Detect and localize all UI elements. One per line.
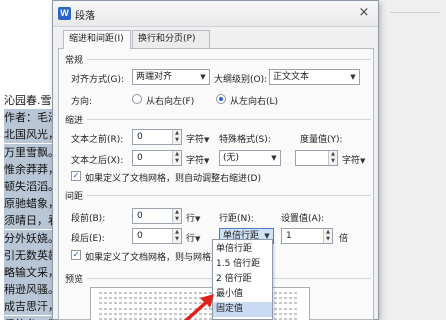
line-spacing-option-double[interactable]: 2 倍行距 xyxy=(213,272,272,287)
radio-ltr[interactable] xyxy=(216,94,226,104)
document-page[interactable]: 沁园春.雪 作者：毛泽 北国风光， 万里雪飘。 惟余莽莽， 顿失滔滔。 原驰蜡象， 须晴日，看… xyxy=(0,0,60,320)
unit-text: 字符 xyxy=(186,135,205,145)
section-divider xyxy=(87,59,371,60)
dropdown-arrow-icon: ▼ xyxy=(204,136,210,144)
document-right-area xyxy=(384,0,446,320)
special-format-value: (无) xyxy=(223,153,240,163)
indent-grid-label: 如果定义了文档网格，则自动调整右缩进(D) xyxy=(85,174,261,184)
indent-before-value: 0 xyxy=(137,132,143,142)
space-before-label: 段前(B): xyxy=(71,214,106,224)
line-spacing-option-fixed[interactable]: 固定值 xyxy=(213,302,272,317)
space-after-value: 0 xyxy=(137,231,143,241)
dialog-title: 段落 xyxy=(75,11,95,22)
close-button[interactable]: × xyxy=(355,5,373,21)
spacing-grid-label: 如果定义了文档网格，则与网格对齐 xyxy=(85,253,230,263)
section-divider xyxy=(87,195,371,196)
indent-after-input[interactable]: 0 ▲ ▼ xyxy=(132,150,182,166)
unit-text: 字符 xyxy=(342,156,361,166)
section-general-label: 常规 xyxy=(65,56,84,66)
outline-level-select[interactable]: 正文文本 ▼ xyxy=(269,69,360,85)
spinner-arrows-icon[interactable]: ▲ ▼ xyxy=(172,229,181,243)
space-after-unit[interactable]: 行▼ xyxy=(186,231,200,244)
section-preview-label: 预览 xyxy=(65,275,84,285)
chevron-down-icon: ▼ xyxy=(271,154,277,162)
indent-after-unit[interactable]: 字符▼ xyxy=(186,153,209,166)
special-format-label: 特殊格式(S): xyxy=(219,135,271,145)
outline-level-value: 正文文本 xyxy=(273,72,310,82)
setting-value: 1 xyxy=(286,231,292,241)
chevron-down-icon: ▼ xyxy=(350,73,356,81)
radio-rtl[interactable] xyxy=(132,94,142,104)
measure-unit[interactable]: 字符▼ xyxy=(342,153,365,166)
tab-indent-spacing[interactable]: 缩进和间距(I) xyxy=(63,30,131,49)
line-spacing-label: 行距(N): xyxy=(219,214,254,224)
measure-label: 度量值(Y): xyxy=(300,135,343,145)
setting-value-input[interactable]: 1 ▲ ▼ xyxy=(281,228,333,244)
alignment-label: 对齐方式(G): xyxy=(71,75,125,85)
indent-before-input[interactable]: 0 ▲ ▼ xyxy=(132,129,182,145)
space-after-label: 段后(E): xyxy=(71,234,105,244)
alignment-value: 两端对齐 xyxy=(136,72,173,82)
section-indent-label: 缩进 xyxy=(65,116,84,126)
wps-app-icon: W xyxy=(58,7,71,20)
line-spacing-option-minimum[interactable]: 最小值 xyxy=(213,287,272,302)
spinner-arrows-icon[interactable]: ▲ ▼ xyxy=(172,209,181,223)
measure-input[interactable]: ▲ ▼ xyxy=(295,150,338,166)
divider xyxy=(390,12,440,13)
unit-text: 字符 xyxy=(186,156,205,166)
red-pointer-arrow-icon xyxy=(184,294,214,320)
unit-text: 行 xyxy=(186,214,196,224)
chevron-down-icon: ▼ xyxy=(200,73,206,81)
line-spacing-option-1-5[interactable]: 1.5 倍行距 xyxy=(213,257,272,272)
setting-label: 设置值(A): xyxy=(281,214,325,224)
dropdown-arrow-icon: ▼ xyxy=(195,215,201,223)
alignment-select[interactable]: 两端对齐 ▼ xyxy=(132,69,210,85)
ltr-label: 从左向右(L) xyxy=(230,97,279,107)
dropdown-arrow-icon: ▼ xyxy=(204,157,210,165)
section-divider xyxy=(87,119,371,120)
dropdown-arrow-icon: ▼ xyxy=(360,157,366,165)
section-spacing-label: 间距 xyxy=(65,192,84,202)
space-after-input[interactable]: 0 ▲ ▼ xyxy=(132,228,182,244)
space-before-input[interactable]: 0 ▲ ▼ xyxy=(132,208,182,224)
indent-after-value: 0 xyxy=(137,153,143,163)
spinner-arrows-icon[interactable]: ▲ ▼ xyxy=(172,130,181,144)
dialog-titlebar[interactable]: W 段落 × xyxy=(53,1,378,27)
unit-text: 行 xyxy=(186,234,196,244)
space-before-unit[interactable]: 行▼ xyxy=(186,211,200,224)
space-before-value: 0 xyxy=(137,211,143,221)
dropdown-arrow-icon: ▼ xyxy=(195,235,201,243)
indent-grid-checkbox[interactable]: ✓ xyxy=(71,171,81,181)
spacing-grid-checkbox[interactable]: ✓ xyxy=(71,250,81,260)
outline-level-label: 大纲级别(O): xyxy=(214,75,268,85)
special-format-select[interactable]: (无) ▼ xyxy=(219,150,281,166)
setting-unit: 倍 xyxy=(339,234,349,244)
line-spacing-dropdown: 单倍行距 1.5 倍行距 2 倍行距 最小值 固定值 xyxy=(212,239,273,320)
spinner-arrows-icon[interactable]: ▲ ▼ xyxy=(323,229,332,243)
spinner-arrows-icon[interactable]: ▲ ▼ xyxy=(328,151,337,165)
document-top-margin xyxy=(0,0,58,70)
indent-before-unit[interactable]: 字符▼ xyxy=(186,132,209,145)
indent-before-label: 文本之前(R): xyxy=(71,135,124,145)
direction-label: 方向: xyxy=(71,97,93,107)
line-spacing-option-single[interactable]: 单倍行距 xyxy=(213,242,272,257)
spinner-arrows-icon[interactable]: ▲ ▼ xyxy=(172,151,181,165)
indent-after-label: 文本之后(X): xyxy=(71,156,124,166)
rtl-label: 从右向左(F) xyxy=(146,97,195,107)
tab-line-page-breaks[interactable]: 换行和分页(P) xyxy=(132,30,210,48)
